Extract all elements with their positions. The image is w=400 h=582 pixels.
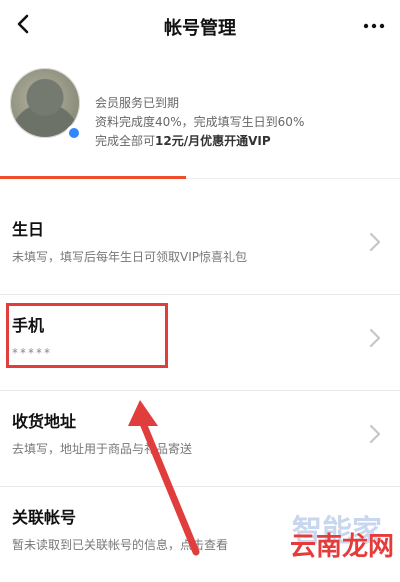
more-dots-icon [363,23,385,29]
completion-progress [0,176,186,179]
profile-summary: 会员服务已到期 资料完成度40%，完成填写生日到60% 完成全部可12元/月优惠… [0,52,400,170]
account-list: 生日 未填写，填写后每年生日可领取VIP惊喜礼包 手机 ***** 收货地址 去… [0,198,400,568]
top-bar: 帐号管理 [0,0,400,52]
vip-offer-prefix: 完成全部可 [95,134,156,148]
chevron-right-icon [369,232,381,252]
avatar-badge [66,125,82,141]
chevron-right-icon [369,424,381,444]
row-birthday[interactable]: 生日 未填写，填写后每年生日可领取VIP惊喜礼包 [0,198,400,295]
highlight-box [6,303,168,368]
chevron-right-icon [369,328,381,348]
profile-completion: 资料完成度40%，完成填写生日到60% [95,115,305,129]
row-subtitle: 去填写，地址用于商品与礼品寄送 [12,442,193,456]
vip-offer-strong: 12元/月优惠开通VIP [155,134,271,148]
page-title: 帐号管理 [164,18,236,39]
profile-text: 会员服务已到期 资料完成度40%，完成填写生日到60% 完成全部可12元/月优惠… [95,94,390,151]
row-title: 生日 [12,220,45,239]
row-title: 关联帐号 [12,508,77,527]
row-title: 收货地址 [12,412,77,431]
completion-track [186,178,400,179]
membership-status: 会员服务已到期 [95,96,180,110]
row-subtitle: 暂未读取到已关联帐号的信息，点击查看 [12,538,229,552]
row-subtitle: 未填写，填写后每年生日可领取VIP惊喜礼包 [12,250,247,264]
row-address[interactable]: 收货地址 去填写，地址用于商品与礼品寄送 [0,390,400,487]
more-button[interactable] [360,14,388,38]
vip-offer[interactable]: 完成全部可12元/月优惠开通VIP [95,132,390,151]
